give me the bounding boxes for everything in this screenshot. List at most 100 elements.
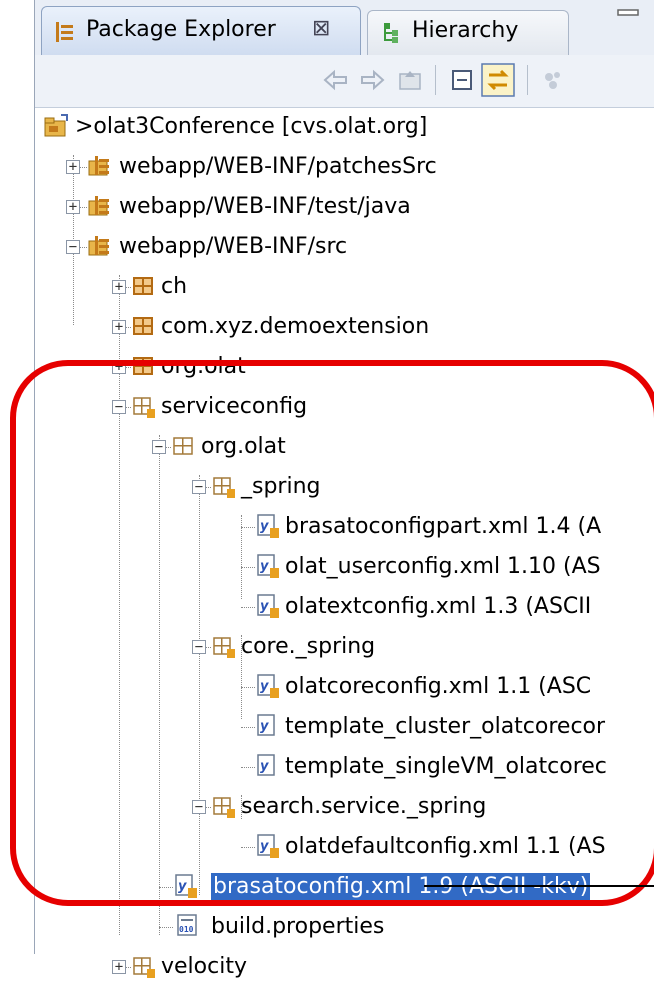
tree-item-package[interactable]: + com.xyz.demoextension: [35, 307, 654, 347]
tree-item-label: olatcoreconfig.xml 1.1 (ASC: [285, 674, 592, 699]
minimize-icon[interactable]: [613, 4, 643, 24]
tree-item-label: olat_userconfig.xml 1.10 (AS: [285, 554, 601, 579]
tree-item-label: template_cluster_olatcorecor: [285, 714, 606, 739]
back-arrow-icon[interactable]: [321, 65, 351, 95]
svg-text:y: y: [260, 599, 269, 614]
empty-package-icon: [173, 437, 193, 455]
tree-item-label: >olat3Conference [cvs.olat.org]: [75, 114, 428, 139]
tree-item-label: template_singleVM_olatcorec: [285, 754, 607, 779]
tree-item-label: brasatoconfig.xml 1.9 (ASCII -kkv): [211, 873, 591, 901]
xml-file-icon: y: [257, 754, 275, 776]
tree-item-file-selected[interactable]: y brasatoconfig.xml 1.9 (ASCII -kkv): [35, 867, 654, 907]
xml-file-icon: y: [257, 834, 279, 858]
package-icon: [133, 317, 153, 335]
tree-item-label: olatdefaultconfig.xml 1.1 (AS: [285, 834, 606, 859]
xml-file-icon: y: [257, 674, 279, 698]
link-with-editor-icon[interactable]: [481, 63, 515, 97]
toolbar-separator: [435, 65, 436, 95]
expand-toggle[interactable]: +: [112, 960, 126, 974]
tree-item-label: webapp/WEB-INF/test/java: [119, 194, 411, 219]
tree-item-package[interactable]: + ch: [35, 267, 654, 307]
svg-text:y: y: [260, 839, 269, 854]
expand-toggle[interactable]: +: [112, 360, 126, 374]
tree-item-file[interactable]: y brasatoconfigpart.xml 1.4 (A: [35, 507, 654, 547]
collapse-all-icon[interactable]: [447, 65, 477, 95]
package-explorer-view: Package Explorer ⊠ Hierarchy >olat3Confe…: [34, 0, 654, 979]
tree-item-file[interactable]: y template_cluster_olatcorecor: [35, 707, 654, 747]
empty-package-icon: [133, 397, 155, 418]
tree-item-file[interactable]: y olatdefaultconfig.xml 1.1 (AS: [35, 827, 654, 867]
empty-package-icon: [133, 957, 155, 978]
tree-item-label: olatextconfig.xml 1.3 (ASCII: [285, 594, 592, 619]
empty-package-icon: [213, 477, 235, 498]
svg-text:y: y: [260, 559, 269, 574]
tree-item-label: com.xyz.demoextension: [161, 314, 430, 339]
tree-item-package[interactable]: − core._spring: [35, 627, 654, 667]
view-menu-icon[interactable]: [539, 65, 569, 95]
hierarchy-icon: [384, 23, 398, 43]
view-toolbar: [35, 55, 654, 108]
tree-item-source-folder[interactable]: + webapp/WEB-INF/patchesSrc: [35, 147, 654, 187]
view-tab-bar: Package Explorer ⊠ Hierarchy: [35, 0, 654, 56]
tree-item-label: search.service._spring: [241, 794, 487, 819]
package-explorer-icon: [56, 22, 73, 42]
tab-label: Package Explorer: [86, 17, 276, 42]
tree-item-label: core._spring: [241, 634, 376, 659]
tree-item-label: ch: [161, 274, 188, 299]
tree-item-source-folder[interactable]: + webapp/WEB-INF/test/java: [35, 187, 654, 227]
tree-item-label: webapp/WEB-INF/patchesSrc: [119, 154, 437, 179]
svg-text:y: y: [260, 759, 269, 774]
tab-label: Hierarchy: [412, 18, 519, 43]
svg-text:010: 010: [179, 925, 194, 934]
collapse-toggle[interactable]: −: [192, 800, 206, 814]
tree-item-package[interactable]: − search.service._spring: [35, 787, 654, 827]
empty-package-icon: [213, 797, 235, 818]
forward-arrow-icon[interactable]: [357, 65, 387, 95]
svg-text:y: y: [260, 719, 269, 734]
tree-item-file[interactable]: y olatcoreconfig.xml 1.1 (ASC: [35, 667, 654, 707]
empty-package-icon: [213, 637, 235, 658]
tree-item-label: org.olat: [161, 354, 246, 379]
xml-file-icon: y: [175, 874, 197, 898]
collapse-toggle[interactable]: −: [66, 240, 80, 254]
tree-item-label: org.olat: [201, 434, 286, 459]
tree-item-label: build.properties: [211, 914, 385, 939]
tree-item-label: brasatoconfigpart.xml 1.4 (A: [285, 514, 602, 539]
svg-text:y: y: [178, 879, 187, 894]
tab-package-explorer[interactable]: Package Explorer ⊠: [41, 6, 361, 56]
tree-item-file[interactable]: y olatextconfig.xml 1.3 (ASCII: [35, 587, 654, 627]
tree-item-source-folder[interactable]: − webapp/WEB-INF/src: [35, 227, 654, 267]
collapse-toggle[interactable]: −: [192, 640, 206, 654]
package-tree: >olat3Conference [cvs.olat.org] + webapp…: [35, 107, 654, 979]
properties-file-icon: 010: [177, 914, 197, 936]
source-folder-icon: [88, 156, 109, 176]
package-icon: [133, 277, 153, 295]
tab-hierarchy[interactable]: Hierarchy: [367, 10, 569, 55]
expand-toggle[interactable]: +: [66, 200, 80, 214]
tree-item-label: velocity: [161, 954, 247, 979]
source-folder-icon: [88, 196, 109, 216]
close-icon[interactable]: ⊠: [312, 16, 330, 41]
tree-item-package[interactable]: + org.olat: [35, 347, 654, 387]
collapse-toggle[interactable]: −: [192, 480, 206, 494]
collapse-toggle[interactable]: −: [112, 400, 126, 414]
tree-item-package[interactable]: − serviceconfig: [35, 387, 654, 427]
collapse-toggle[interactable]: −: [152, 440, 166, 454]
up-folder-icon[interactable]: [395, 65, 425, 95]
tree-item-package[interactable]: + velocity: [35, 947, 654, 987]
svg-text:y: y: [260, 679, 269, 694]
tree-item-package[interactable]: − org.olat: [35, 427, 654, 467]
tree-item-label: serviceconfig: [161, 394, 308, 419]
tree-item-file[interactable]: y olat_userconfig.xml 1.10 (AS: [35, 547, 654, 587]
tree-item-file[interactable]: y template_singleVM_olatcorec: [35, 747, 654, 787]
project-icon: [44, 114, 68, 137]
xml-file-icon: y: [257, 514, 279, 538]
tree-item-package[interactable]: − _spring: [35, 467, 654, 507]
package-icon: [133, 357, 153, 375]
expand-toggle[interactable]: +: [66, 160, 80, 174]
expand-toggle[interactable]: +: [112, 320, 126, 334]
tree-item-project[interactable]: >olat3Conference [cvs.olat.org]: [35, 107, 654, 147]
expand-toggle[interactable]: +: [112, 280, 126, 294]
xml-file-icon: y: [257, 594, 279, 618]
tree-item-file[interactable]: 010 build.properties: [35, 907, 654, 947]
